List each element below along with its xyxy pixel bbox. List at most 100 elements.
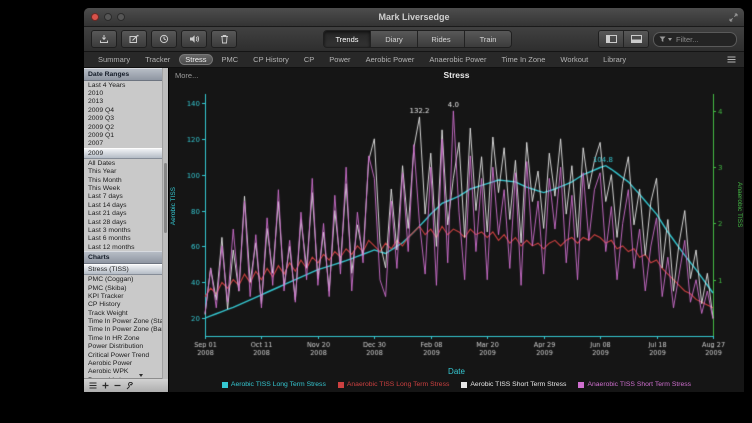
filter-input[interactable]: [674, 34, 731, 45]
sidebar-item[interactable]: 2009 Q2: [84, 123, 168, 131]
sidebar-item[interactable]: Last 21 days: [84, 209, 168, 217]
left-axis-title: Aerobic TISS: [170, 187, 177, 225]
intervals-button[interactable]: [151, 30, 177, 48]
sidebar-chevron-icon[interactable]: [139, 377, 143, 395]
config-wrench-icon[interactable]: [126, 382, 134, 390]
tab-anaerobic-power[interactable]: Anaerobic Power: [423, 54, 492, 65]
sidebar-item[interactable]: 2009: [84, 148, 168, 159]
sidebar-item[interactable]: Last 14 days: [84, 201, 168, 209]
sidebar-item[interactable]: 2007: [84, 140, 168, 148]
download-icon: [99, 34, 109, 44]
tabbar-menu-icon[interactable]: [727, 56, 736, 63]
tab-tracker[interactable]: Tracker: [139, 54, 176, 65]
right-axis-title: Anaerobic TISS: [736, 182, 743, 227]
legend-label: Anaerobic TISS Long Term Stress: [347, 381, 450, 388]
sidebar-toggle-button[interactable]: [599, 31, 624, 47]
sidebar-item[interactable]: This Month: [84, 176, 168, 184]
audio-button[interactable]: [181, 30, 207, 48]
sidebar-item[interactable]: 2013: [84, 98, 168, 106]
sidebar-item[interactable]: Stress (TISS): [84, 264, 168, 275]
tab-pmc[interactable]: PMC: [216, 54, 245, 65]
chart-panel: More... Stress Aerobic TISS Anaerobic TI…: [168, 68, 744, 392]
tab-power[interactable]: Power: [323, 54, 356, 65]
download-activity-button[interactable]: [91, 30, 117, 48]
sidebar-scrollbar-thumb[interactable]: [164, 163, 167, 233]
sidebar-item[interactable]: Last 6 months: [84, 235, 168, 243]
sidebar-item[interactable]: Time In HR Zone: [84, 334, 168, 342]
filter-chevron-icon[interactable]: [668, 38, 672, 41]
remove-icon[interactable]: [114, 382, 121, 389]
view-switcher: TrendsDiaryRidesTrain: [323, 30, 512, 48]
add-icon[interactable]: [102, 382, 109, 389]
minimize-button[interactable]: [104, 13, 112, 21]
titlebar: Mark Liversedge: [84, 8, 744, 27]
legend-item[interactable]: Aerobic TISS Long Term Stress: [222, 381, 326, 388]
sidebar-item[interactable]: 2009 Q4: [84, 106, 168, 114]
delete-activity-button[interactable]: [211, 30, 237, 48]
stress-chart-canvas: [169, 82, 743, 362]
speaker-icon: [189, 34, 200, 44]
sidebar-item[interactable]: Aerobic Power: [84, 359, 168, 367]
bottombar-toggle-button[interactable]: [624, 31, 648, 47]
sidebar-item[interactable]: Last 4 Years: [84, 81, 168, 89]
view-tab-train[interactable]: Train: [465, 31, 511, 47]
clock-icon: [159, 34, 169, 44]
sidebar-item[interactable]: CP History: [84, 301, 168, 309]
sidebar-item[interactable]: This Year: [84, 168, 168, 176]
sidebar: Date RangesLast 4 Years201020132009 Q420…: [84, 68, 168, 392]
legend-label: Aerobic TISS Short Term Stress: [470, 381, 566, 388]
sidebar-section-header: Charts: [84, 251, 168, 264]
tab-cp[interactable]: CP: [298, 54, 320, 65]
sidebar-item[interactable]: PMC (Skiba): [84, 284, 168, 292]
sidebar-item[interactable]: Last 7 days: [84, 193, 168, 201]
tab-cp-history[interactable]: CP History: [247, 54, 295, 65]
sidebar-item[interactable]: PMC (Coggan): [84, 275, 168, 283]
window-title: Mark Liversedge: [378, 12, 449, 22]
sidebar-item[interactable]: 2009 Q3: [84, 115, 168, 123]
trash-icon: [220, 34, 229, 44]
sidebar-item[interactable]: Last 3 months: [84, 226, 168, 234]
sidebar-item[interactable]: Aerobic WPK: [84, 368, 168, 376]
sidebar-item[interactable]: Time In Power Zone (Bar): [84, 326, 168, 334]
close-button[interactable]: [91, 13, 99, 21]
legend-swatch: [461, 382, 467, 388]
sidebar-item[interactable]: 2009 Q1: [84, 131, 168, 139]
legend-swatch: [222, 382, 228, 388]
sidebar-menu-icon[interactable]: [89, 382, 97, 389]
view-tab-rides[interactable]: Rides: [418, 31, 465, 47]
sidebar-item[interactable]: Track Weight: [84, 309, 168, 317]
legend-swatch: [578, 382, 584, 388]
chart-tabbar: SummaryTrackerStress PMCCP HistoryCPPower…: [92, 54, 632, 65]
tab-summary[interactable]: Summary: [92, 54, 136, 65]
more-link[interactable]: More...: [175, 71, 198, 80]
manual-entry-button[interactable]: [121, 30, 147, 48]
zoom-button[interactable]: [117, 13, 125, 21]
legend-item[interactable]: Anaerobic TISS Short Term Stress: [578, 381, 691, 388]
tab-time-in-zone[interactable]: Time In Zone: [495, 54, 551, 65]
sidebar-item[interactable]: Last 28 days: [84, 218, 168, 226]
sidebar-item[interactable]: Critical Power Trend: [84, 351, 168, 359]
tab-aerobic-power[interactable]: Aerobic Power: [360, 54, 421, 65]
legend-label: Anaerobic TISS Short Term Stress: [587, 381, 691, 388]
fullscreen-icon[interactable]: [729, 13, 738, 22]
main-toolbar: TrendsDiaryRidesTrain: [84, 27, 744, 52]
sidebar-item[interactable]: 2010: [84, 89, 168, 97]
chart-canvas-wrap: Aerobic TISS Anaerobic TISS: [169, 82, 744, 367]
filter-funnel-icon[interactable]: [659, 36, 666, 43]
tab-workout[interactable]: Workout: [554, 54, 594, 65]
chart-title: Stress: [444, 70, 470, 80]
legend-item[interactable]: Aerobic TISS Short Term Stress: [461, 381, 566, 388]
sidebar-item[interactable]: Power Distribution: [84, 343, 168, 351]
chart-header: More... Stress: [169, 68, 744, 82]
sidebar-item[interactable]: Last 12 months: [84, 243, 168, 251]
sidebar-item[interactable]: All Dates: [84, 159, 168, 167]
sidebar-item[interactable]: Time In Power Zone (Stacked): [84, 317, 168, 325]
view-tab-trends[interactable]: Trends: [324, 31, 371, 47]
sidebar-item[interactable]: This Week: [84, 184, 168, 192]
legend-item[interactable]: Anaerobic TISS Long Term Stress: [338, 381, 450, 388]
view-tab-diary[interactable]: Diary: [371, 31, 418, 47]
tab-stress[interactable]: Stress: [179, 54, 212, 65]
sidebar-list: Date RangesLast 4 Years201020132009 Q420…: [84, 68, 168, 378]
sidebar-item[interactable]: KPI Tracker: [84, 292, 168, 300]
tab-library[interactable]: Library: [597, 54, 632, 65]
